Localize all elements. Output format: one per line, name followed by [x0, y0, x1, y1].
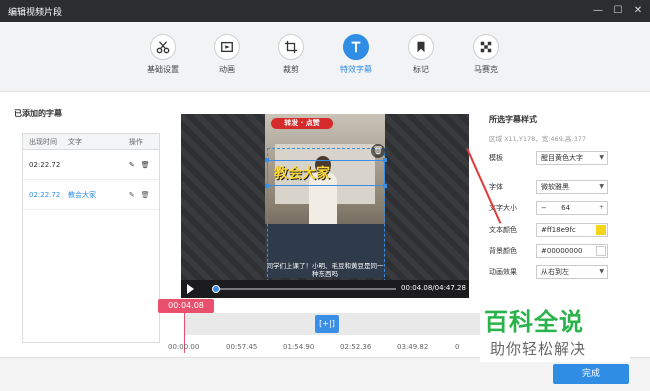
template-label: 模板 [489, 154, 503, 162]
tool-label: 马赛克 [474, 65, 498, 74]
size-value: 64 [561, 204, 571, 212]
finish-button[interactable]: 完成 [553, 364, 629, 384]
font-select[interactable]: 微软雅黑 ▼ [536, 180, 608, 194]
playback-time: 00:04.08/04:47.28 [401, 284, 466, 292]
delete-subtitle-icon[interactable]: 🗑 [371, 144, 385, 158]
column-header: 文字 [67, 137, 82, 146]
subtitle-row[interactable]: 02:22.72 ✎ 🗑 [23, 150, 159, 180]
subtitle-time: 02:22.72 [29, 160, 61, 169]
text-color-label: 文本颜色 [489, 226, 517, 234]
tool-animation[interactable]: 动画 [201, 34, 253, 75]
tool-label: 动画 [219, 65, 235, 74]
close-button[interactable]: ✕ [630, 3, 646, 19]
font-label: 字体 [489, 183, 503, 191]
resize-handle[interactable] [265, 184, 269, 188]
bookmark-icon [408, 34, 434, 60]
video-banner: 转发 · 点赞 [271, 118, 333, 129]
tool-text-effects[interactable]: 特效字幕 [330, 34, 382, 75]
edit-toolbar: 基础设置 动画 裁剪 特效字幕 标记 马赛克 [0, 22, 650, 92]
subtitle-text: 教会大家 [67, 190, 96, 199]
tick-label: 03:49.82 [397, 343, 429, 351]
animation-label: 动画效果 [489, 268, 517, 276]
tick-label: 0 [455, 343, 460, 351]
watermark: 百科全说 助你轻松解决 [480, 300, 630, 362]
subtitle-clip[interactable]: [+|] [315, 315, 339, 333]
title-bar: 编辑视频片段 — ☐ ✕ [0, 0, 650, 22]
minimize-button[interactable]: — [590, 3, 606, 19]
subtitle-table: 出现时间 文字 操作 02:22.72 ✎ 🗑 02:22.72 教会大家 ✎ … [22, 133, 160, 343]
bg-color-swatch[interactable] [596, 246, 606, 256]
tool-label: 基础设置 [147, 65, 179, 74]
tool-basic-settings[interactable]: 基础设置 [137, 34, 189, 75]
subtitle-time: 02:22.72 [29, 190, 61, 199]
region-info: 区域 X11,Y178，宽:469,高:377 [489, 135, 586, 143]
size-stepper[interactable]: − 64 + [536, 201, 608, 215]
tick-label: 00:57.45 [226, 343, 258, 351]
playback-bar: 00:04.08/04:47.28 [181, 280, 469, 298]
resize-handle[interactable] [383, 158, 387, 162]
tool-crop[interactable]: 裁剪 [265, 34, 317, 75]
tool-mosaic[interactable]: 马赛克 [460, 34, 512, 75]
tick-label: 00:00.00 [168, 343, 200, 351]
column-header: 出现时间 [29, 137, 57, 146]
bg-color-row: 背景颜色 #00000000 [489, 244, 619, 258]
playback-track[interactable] [213, 288, 396, 290]
template-select[interactable]: 醒目黄色大字 ▼ [536, 151, 608, 165]
tick-label: 01:54.90 [283, 343, 315, 351]
text-color-row: 文本颜色 #ff18e9fc [489, 223, 619, 237]
tick-label: 02:52.36 [340, 343, 372, 351]
subtitle-table-header: 出现时间 文字 操作 [23, 134, 159, 150]
film-icon [214, 34, 240, 60]
playback-knob[interactable] [211, 285, 220, 293]
watermark-line2: 助你轻松解决 [490, 340, 587, 358]
text-color-swatch[interactable] [596, 225, 606, 235]
tool-label: 裁剪 [283, 65, 299, 74]
tool-marker[interactable]: 标记 [395, 34, 447, 75]
video-player[interactable]: 转发 · 点赞 同学们上课了！小明、毛豆和黄豆是同一种东西吗 教会大家 🗑 00… [181, 114, 469, 298]
chevron-down-icon: ▼ [599, 154, 604, 161]
edit-pencil-icon[interactable]: ✎ [129, 191, 135, 199]
text-t-icon [343, 34, 369, 60]
edit-pencil-icon[interactable]: ✎ [129, 161, 135, 169]
maximize-button[interactable]: ☐ [610, 3, 626, 19]
bg-color-label: 背景颜色 [489, 247, 517, 255]
tool-label: 标记 [413, 65, 429, 74]
template-row: 模板 醒目黄色大字 ▼ [489, 151, 619, 165]
delete-trash-icon[interactable]: 🗑 [141, 191, 150, 199]
delete-trash-icon[interactable]: 🗑 [141, 161, 150, 169]
watermark-line1: 百科全说 [484, 308, 584, 336]
play-icon[interactable] [187, 284, 194, 294]
chevron-down-icon: ▼ [599, 183, 604, 190]
current-time-badge[interactable]: 00:04.08 [158, 299, 214, 313]
subtitle-selection-box[interactable]: 教会大家 [265, 158, 387, 188]
window-title: 编辑视频片段 [8, 8, 63, 18]
subtitle-list-title: 已添加的字幕 [14, 109, 62, 118]
mosaic-icon [473, 34, 499, 60]
style-panel-title: 所选字幕样式 [489, 115, 537, 124]
size-minus-button[interactable]: − [541, 204, 547, 212]
timeline-ticks: 00:00.00 00:57.45 01:54.90 02:52.36 03:4… [168, 343, 488, 353]
animation-row: 动画效果 从右到左 ▼ [489, 265, 619, 279]
resize-handle[interactable] [383, 184, 387, 188]
size-plus-button[interactable]: + [599, 202, 604, 214]
subtitle-preview-text: 教会大家 [274, 166, 330, 182]
subtitle-row[interactable]: 02:22.72 教会大家 ✎ 🗑 [23, 180, 159, 210]
animation-select[interactable]: 从右到左 ▼ [536, 265, 608, 279]
style-panel: 所选字幕样式 区域 X11,Y178，宽:469,高:377 [489, 114, 619, 143]
chevron-down-icon: ▼ [599, 268, 604, 275]
crop-icon [278, 34, 304, 60]
resize-handle[interactable] [265, 158, 269, 162]
column-header: 操作 [128, 137, 143, 146]
scissors-icon [150, 34, 176, 60]
font-row: 字体 微软雅黑 ▼ [489, 180, 619, 194]
tool-label: 特效字幕 [340, 65, 372, 74]
size-row: 文字大小 − 64 + [489, 201, 619, 215]
